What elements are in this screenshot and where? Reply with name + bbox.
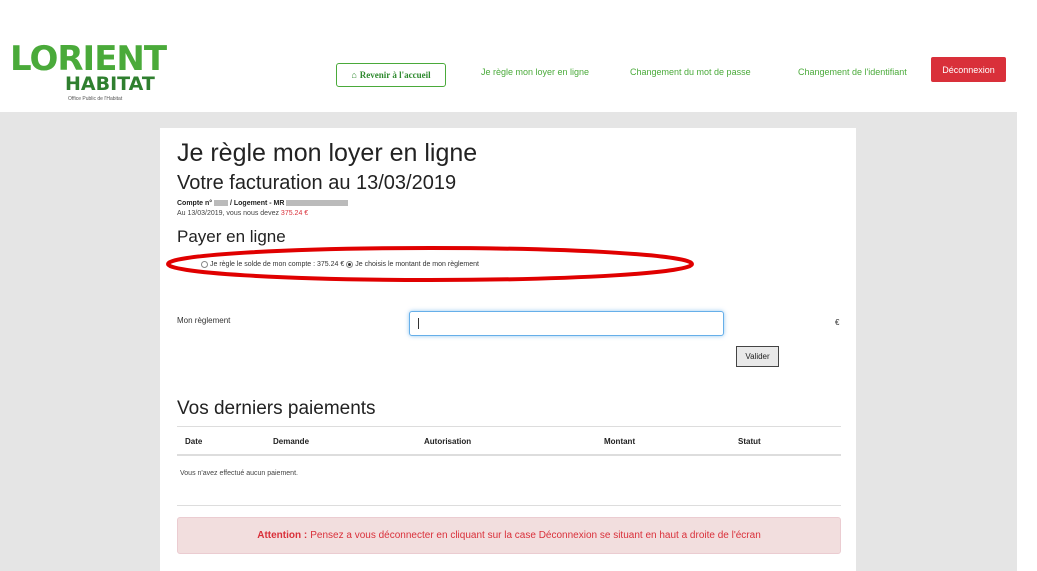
column-request: Demande [273, 437, 310, 446]
billing-title: Votre facturation au 13/03/2019 [177, 172, 457, 194]
alert-text: Pensez a vous déconnecter en cliquant su… [310, 530, 761, 541]
home-button[interactable]: ⌂ Revenir à l'accueil [336, 63, 446, 87]
column-status: Statut [738, 437, 761, 446]
radio-choose-amount-label[interactable]: Je choisis le montant de mon règlement [355, 261, 479, 268]
pay-online-title: Payer en ligne [177, 227, 286, 246]
balance-text: Au 13/03/2019, vous nous devez [177, 210, 281, 217]
payment-amount-input[interactable] [409, 311, 724, 336]
balance-info: Au 13/03/2019, vous nous devez 375.24 € [177, 210, 308, 217]
alert-strong: Attention : [257, 530, 308, 541]
home-button-label: Revenir à l'accueil [359, 70, 431, 80]
account-prefix: Compte n° [177, 200, 215, 207]
payments-table: Date Demande Autorisation Montant Statut… [177, 426, 841, 506]
nav-link-pay-rent[interactable]: Je règle mon loyer en ligne [481, 67, 589, 77]
account-mid: / Logement - MR [228, 200, 287, 207]
radio-pay-balance-label[interactable]: Je règle le solde de mon compte : 375.24… [210, 261, 344, 268]
empty-message: Vous n'avez effectué aucun paiement. [180, 470, 298, 477]
payment-amount-label: Mon règlement [177, 316, 231, 325]
column-amount: Montant [604, 437, 636, 446]
page-title: Je règle mon loyer en ligne [177, 139, 478, 167]
payment-options: Je règle le solde de mon compte : 375.24… [201, 261, 479, 268]
redacted-account-number [214, 200, 229, 207]
radio-choose-amount[interactable] [346, 261, 354, 268]
table-row: Vous n'avez effectué aucun paiement. [177, 456, 841, 506]
logo-subtitle: Office Public de l'Habitat [68, 96, 123, 102]
home-icon: ⌂ [351, 70, 357, 80]
logout-warning-alert: Attention : Pensez a vous déconnecter en… [177, 517, 841, 554]
nav-link-change-password[interactable]: Changement du mot de passe [630, 67, 751, 77]
currency-label: € [835, 318, 840, 327]
nav-link-change-identifier[interactable]: Changement de l'identifiant [798, 67, 907, 77]
table-header: Date Demande Autorisation Montant Statut [177, 426, 841, 456]
logo-lorient: LORIENT [10, 39, 167, 79]
account-info: Compte n° / Logement - MR [177, 200, 349, 207]
logo[interactable]: LORIENT HABITAT Office Public de l'Habit… [10, 42, 167, 108]
column-date: Date [185, 437, 203, 446]
text-caret [418, 318, 419, 329]
radio-pay-balance[interactable] [201, 261, 208, 268]
logout-button[interactable]: Déconnexion [931, 57, 1006, 82]
header: LORIENT HABITAT Office Public de l'Habit… [0, 0, 1037, 112]
recent-payments-title: Vos derniers paiements [177, 398, 376, 419]
balance-amount: 375.24 € [280, 210, 309, 217]
submit-button[interactable]: Valider [736, 346, 779, 367]
column-authorization: Autorisation [424, 437, 472, 446]
logo-habitat: HABITAT [65, 73, 155, 95]
redacted-name [286, 200, 349, 207]
